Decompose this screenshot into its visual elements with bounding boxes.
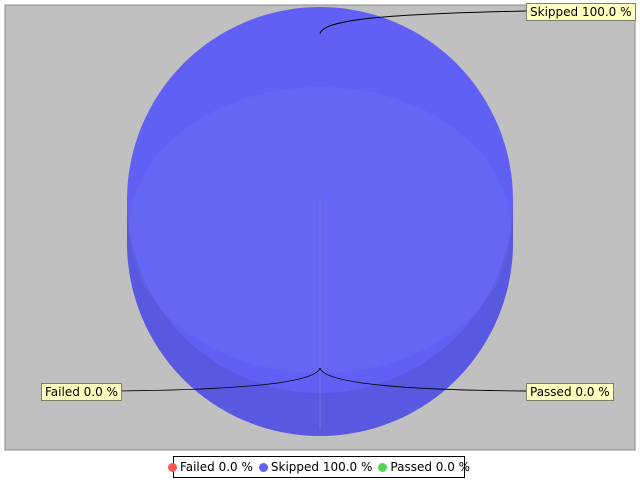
legend-item-skipped: Skipped 100.0 % xyxy=(258,460,373,474)
legend-label-failed: Failed 0.0 % xyxy=(179,460,253,474)
legend-marker-skipped xyxy=(258,462,268,472)
callout-skipped: Skipped 100.0 % xyxy=(526,3,636,21)
legend-label-skipped: Skipped 100.0 % xyxy=(270,460,373,474)
legend-marker-failed xyxy=(167,462,177,472)
legend-marker-passed xyxy=(378,462,388,472)
legend-label-passed: Passed 0.0 % xyxy=(390,460,471,474)
callout-passed: Passed 0.0 % xyxy=(526,383,614,401)
pie-chart: Skipped 100.0 % Failed 0.0 % Passed 0.0 … xyxy=(0,0,640,480)
legend: Failed 0.0 % Skipped 100.0 % Passed 0.0 … xyxy=(167,456,470,478)
legend-item-passed: Passed 0.0 % xyxy=(378,460,470,474)
plot-area xyxy=(4,4,636,451)
callout-failed: Failed 0.0 % xyxy=(41,383,122,401)
legend-item-failed: Failed 0.0 % xyxy=(167,460,253,474)
pie-group xyxy=(127,7,513,436)
